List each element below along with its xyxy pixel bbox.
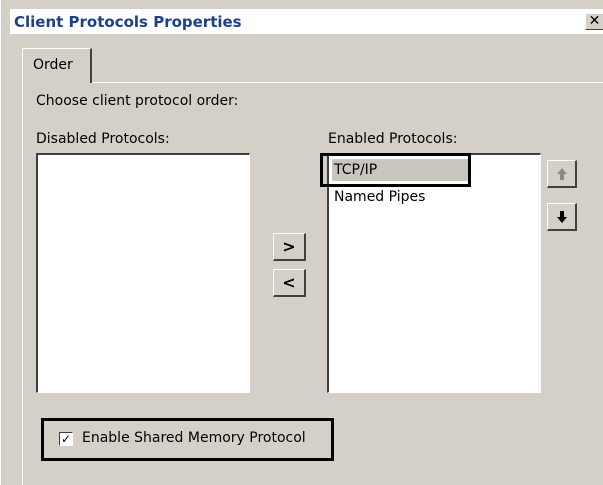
- move-to-disabled-button[interactable]: <: [273, 269, 306, 297]
- move-up-button[interactable]: [547, 160, 577, 188]
- window-title: Client Protocols Properties: [14, 13, 242, 31]
- shared-memory-checkbox[interactable]: ✓: [59, 432, 73, 446]
- list-item-tcp-ip[interactable]: TCP/IP: [332, 159, 471, 181]
- title-bar: Client Protocols Properties ✕: [10, 9, 603, 34]
- shared-memory-label[interactable]: Enable Shared Memory Protocol: [82, 430, 306, 446]
- close-icon: ✕: [588, 13, 601, 29]
- chevron-right-icon: >: [282, 237, 296, 256]
- chevron-left-icon: <: [282, 273, 296, 292]
- client-protocols-properties-dialog: Client Protocols Properties ✕ Order Choo…: [0, 0, 603, 485]
- arrow-down-icon: [556, 210, 567, 223]
- arrow-up-icon: [556, 167, 567, 180]
- enabled-protocols-list[interactable]: TCP/IP Named Pipes: [327, 153, 541, 393]
- tab-order[interactable]: Order: [22, 48, 92, 83]
- disabled-protocols-label: Disabled Protocols:: [36, 131, 170, 147]
- list-item-named-pipes[interactable]: Named Pipes: [332, 186, 425, 208]
- disabled-protocols-list[interactable]: [36, 153, 250, 393]
- move-down-button[interactable]: [547, 203, 577, 231]
- close-button[interactable]: ✕: [585, 13, 603, 30]
- enabled-protocols-label: Enabled Protocols:: [328, 131, 458, 147]
- checkmark-icon: ✓: [60, 432, 72, 446]
- instruction-text: Choose client protocol order:: [36, 93, 239, 109]
- move-to-enabled-button[interactable]: >: [273, 233, 306, 261]
- tab-order-label: Order: [33, 57, 73, 73]
